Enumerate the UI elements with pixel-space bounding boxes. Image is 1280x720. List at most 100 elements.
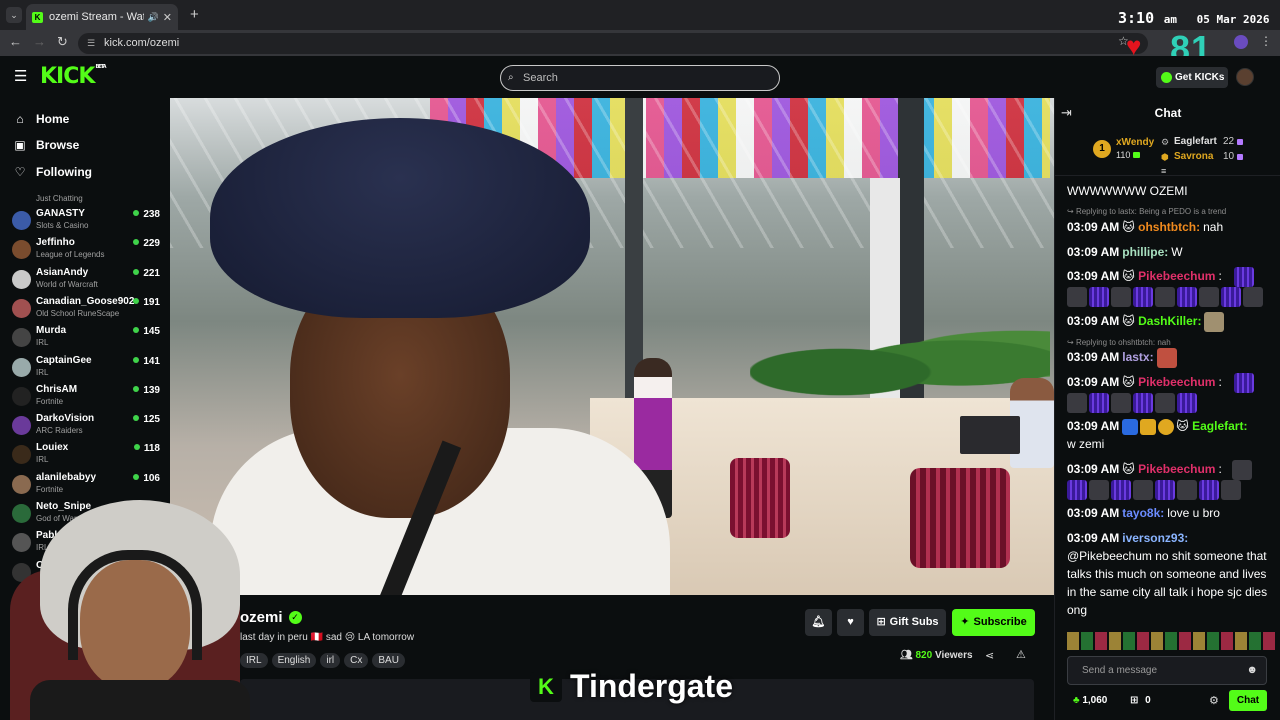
username[interactable]: Pikebeechum <box>1138 462 1215 476</box>
get-kicks-button[interactable]: Get KICKs <box>1156 67 1228 88</box>
channel-points[interactable]: ♣ 1,060 <box>1073 695 1107 706</box>
message-text: : <box>1218 375 1222 390</box>
sidebar-item-home[interactable]: ⌂ Home <box>12 112 69 126</box>
sidebar-channel[interactable]: DarkoVision ARC Raiders 125 <box>12 413 162 442</box>
emote <box>1177 287 1197 307</box>
message-input-placeholder: Send a message <box>1082 665 1158 676</box>
sidebar-item-following[interactable]: ♡ Following <box>12 165 92 179</box>
hamburger-menu-icon[interactable]: ☰ <box>14 67 27 85</box>
chat-message: 03:09 AM 🐱︎ Pikebeechum: <box>1067 460 1275 500</box>
stream-tag[interactable]: English <box>271 653 317 668</box>
emote <box>1133 393 1153 413</box>
message-text: : <box>1218 462 1222 477</box>
gift-count-value: 0 <box>1145 695 1151 706</box>
sidebar-channel[interactable]: alanilebabyy Fortnite 106 <box>12 472 162 501</box>
bell-icon: 🔔︎ <box>811 616 826 628</box>
tab-close-icon[interactable]: ✕ <box>163 11 172 24</box>
channel-name: alanilebabyy <box>36 471 97 483</box>
plants <box>750 318 1050 408</box>
search-input[interactable]: ⌕ Search <box>500 65 780 91</box>
username[interactable]: phillipe: <box>1122 245 1168 259</box>
heart-outline-icon: ♡ <box>14 165 26 179</box>
tab-list-chevron-icon[interactable]: ⌄ <box>6 7 22 23</box>
sidebar-channel[interactable]: Murda IRL 145 <box>12 325 162 354</box>
chat-message: 03:09 AM 🐱︎ ohshtbtch: nah <box>1067 218 1275 236</box>
gift-subs-button[interactable]: ⊞ Gift Subs <box>869 609 946 636</box>
subscribe-button[interactable]: ✦ Subscribe <box>952 609 1035 636</box>
chat-send-button[interactable]: Chat <box>1229 690 1267 711</box>
expand-chevron-icon[interactable]: ≡ <box>1161 166 1166 176</box>
kick-header: ☰ KICKBETA ⌕ Search Get KICKs <box>0 56 1280 98</box>
username[interactable]: tayo8k: <box>1122 506 1164 520</box>
search-placeholder: Search <box>523 72 558 84</box>
chat-message: 03:09 AM 🐱︎ Pikebeechum: <box>1067 373 1275 413</box>
browser-tab[interactable]: K ozemi Stream - Watch Live 🔊 ✕ <box>26 4 178 30</box>
emoji-picker-icon[interactable]: ☻ <box>1246 657 1258 684</box>
stream-tag[interactable]: irl <box>320 653 341 668</box>
stream-tag[interactable]: Cx <box>344 653 369 668</box>
sidebar-channel[interactable]: GANASTY Slots & Casino 238 <box>12 208 162 237</box>
sidebar-channel[interactable]: CaptainGee IRL 141 <box>12 355 162 384</box>
profile-avatar[interactable] <box>1234 35 1248 49</box>
chat-message: 03:09 AM 🐱︎ DashKiller: <box>1067 312 1275 332</box>
forward-icon[interactable]: → <box>33 34 46 49</box>
back-icon[interactable]: ← <box>9 34 22 49</box>
sidebar-item-label: Home <box>36 112 70 126</box>
emote-bar <box>1067 632 1275 650</box>
viewer-count-value: 820 <box>915 650 933 661</box>
message-input[interactable]: Send a message ☻ <box>1067 656 1267 685</box>
video-player[interactable] <box>170 98 1054 595</box>
username[interactable]: iversonz93: <box>1122 531 1188 545</box>
sidebar-channel[interactable]: AsianAndy World of Warcraft 221 <box>12 267 162 296</box>
new-tab-icon[interactable]: + <box>190 6 199 23</box>
sidebar-channel[interactable]: Canadian_Goose902 Old School RuneScape 191 <box>12 296 162 325</box>
channel-name: Louiex <box>36 442 69 454</box>
site-info-icon[interactable]: ☰ <box>87 33 95 54</box>
chat-message: WWWWWWW OZEMI <box>1067 182 1275 200</box>
reply-text: Replying to lastx: Being a PEDO is a tre… <box>1075 207 1227 216</box>
share-icon[interactable]: ⋖ <box>985 649 994 662</box>
menu-kebab-icon[interactable]: ⋮ <box>1260 34 1272 48</box>
emote <box>1133 480 1153 500</box>
sidebar-channel[interactable]: Jeffinho League of Legends 229 <box>12 237 162 266</box>
emote <box>1233 373 1254 393</box>
channel-viewers: 141 <box>133 356 160 367</box>
emote <box>1067 287 1087 307</box>
username[interactable]: lastx: <box>1122 350 1153 364</box>
sidebar-channel[interactable]: Louiex IRL 118 <box>12 442 162 471</box>
user-avatar[interactable] <box>1236 68 1254 86</box>
timestamp: 03:09 AM <box>1067 350 1120 365</box>
reload-icon[interactable]: ↻ <box>57 34 68 50</box>
url-bar[interactable]: ☰ kick.com/ozemi <box>78 33 1148 54</box>
username[interactable]: Pikebeechum <box>1138 269 1215 283</box>
coin-icon <box>1133 152 1140 158</box>
username[interactable]: ohshtbtch: <box>1138 220 1200 234</box>
chat-settings-icon[interactable]: ⚙ <box>1209 694 1219 707</box>
sidebar-item-browse[interactable]: ▣ Browse <box>12 138 79 152</box>
emote <box>1111 393 1131 413</box>
channel-category: IRL <box>36 367 49 377</box>
report-icon[interactable]: ⚠ <box>1016 648 1026 661</box>
username[interactable]: Eaglefart: <box>1192 419 1247 433</box>
leader-name: Eaglefart <box>1174 136 1217 147</box>
kick-logo[interactable]: KICKBETA <box>40 64 107 89</box>
message-text: nah <box>1203 220 1224 234</box>
chat-message: 03:09 AM tayo8k: love u bro <box>1067 504 1275 522</box>
follow-heart-button[interactable]: ♥ <box>837 609 864 636</box>
stream-tag[interactable]: BAU <box>372 653 405 668</box>
sidebar-channel[interactable]: ChrisAM Fortnite 139 <box>12 384 162 413</box>
username[interactable]: DashKiller: <box>1138 314 1201 328</box>
timestamp: 03:09 AM <box>1067 531 1120 545</box>
emote <box>1111 480 1131 500</box>
leader-badge-icon: ⬢ <box>1161 152 1169 162</box>
kicks-coin-icon <box>1161 72 1172 83</box>
channel-avatar <box>12 298 31 318</box>
emote <box>1243 287 1263 307</box>
gift-count[interactable]: ⊞ 0 <box>1130 695 1151 706</box>
webcam-shirt <box>30 680 250 720</box>
channel-name: Canadian_Goose902 <box>36 295 135 307</box>
leader-badge-icon: ⚙ <box>1161 137 1170 147</box>
username[interactable]: Pikebeechum <box>1138 375 1215 389</box>
notification-bell-button[interactable]: 🔔︎ <box>805 609 832 636</box>
tab-title: ozemi Stream - Watch Live <box>49 11 144 23</box>
